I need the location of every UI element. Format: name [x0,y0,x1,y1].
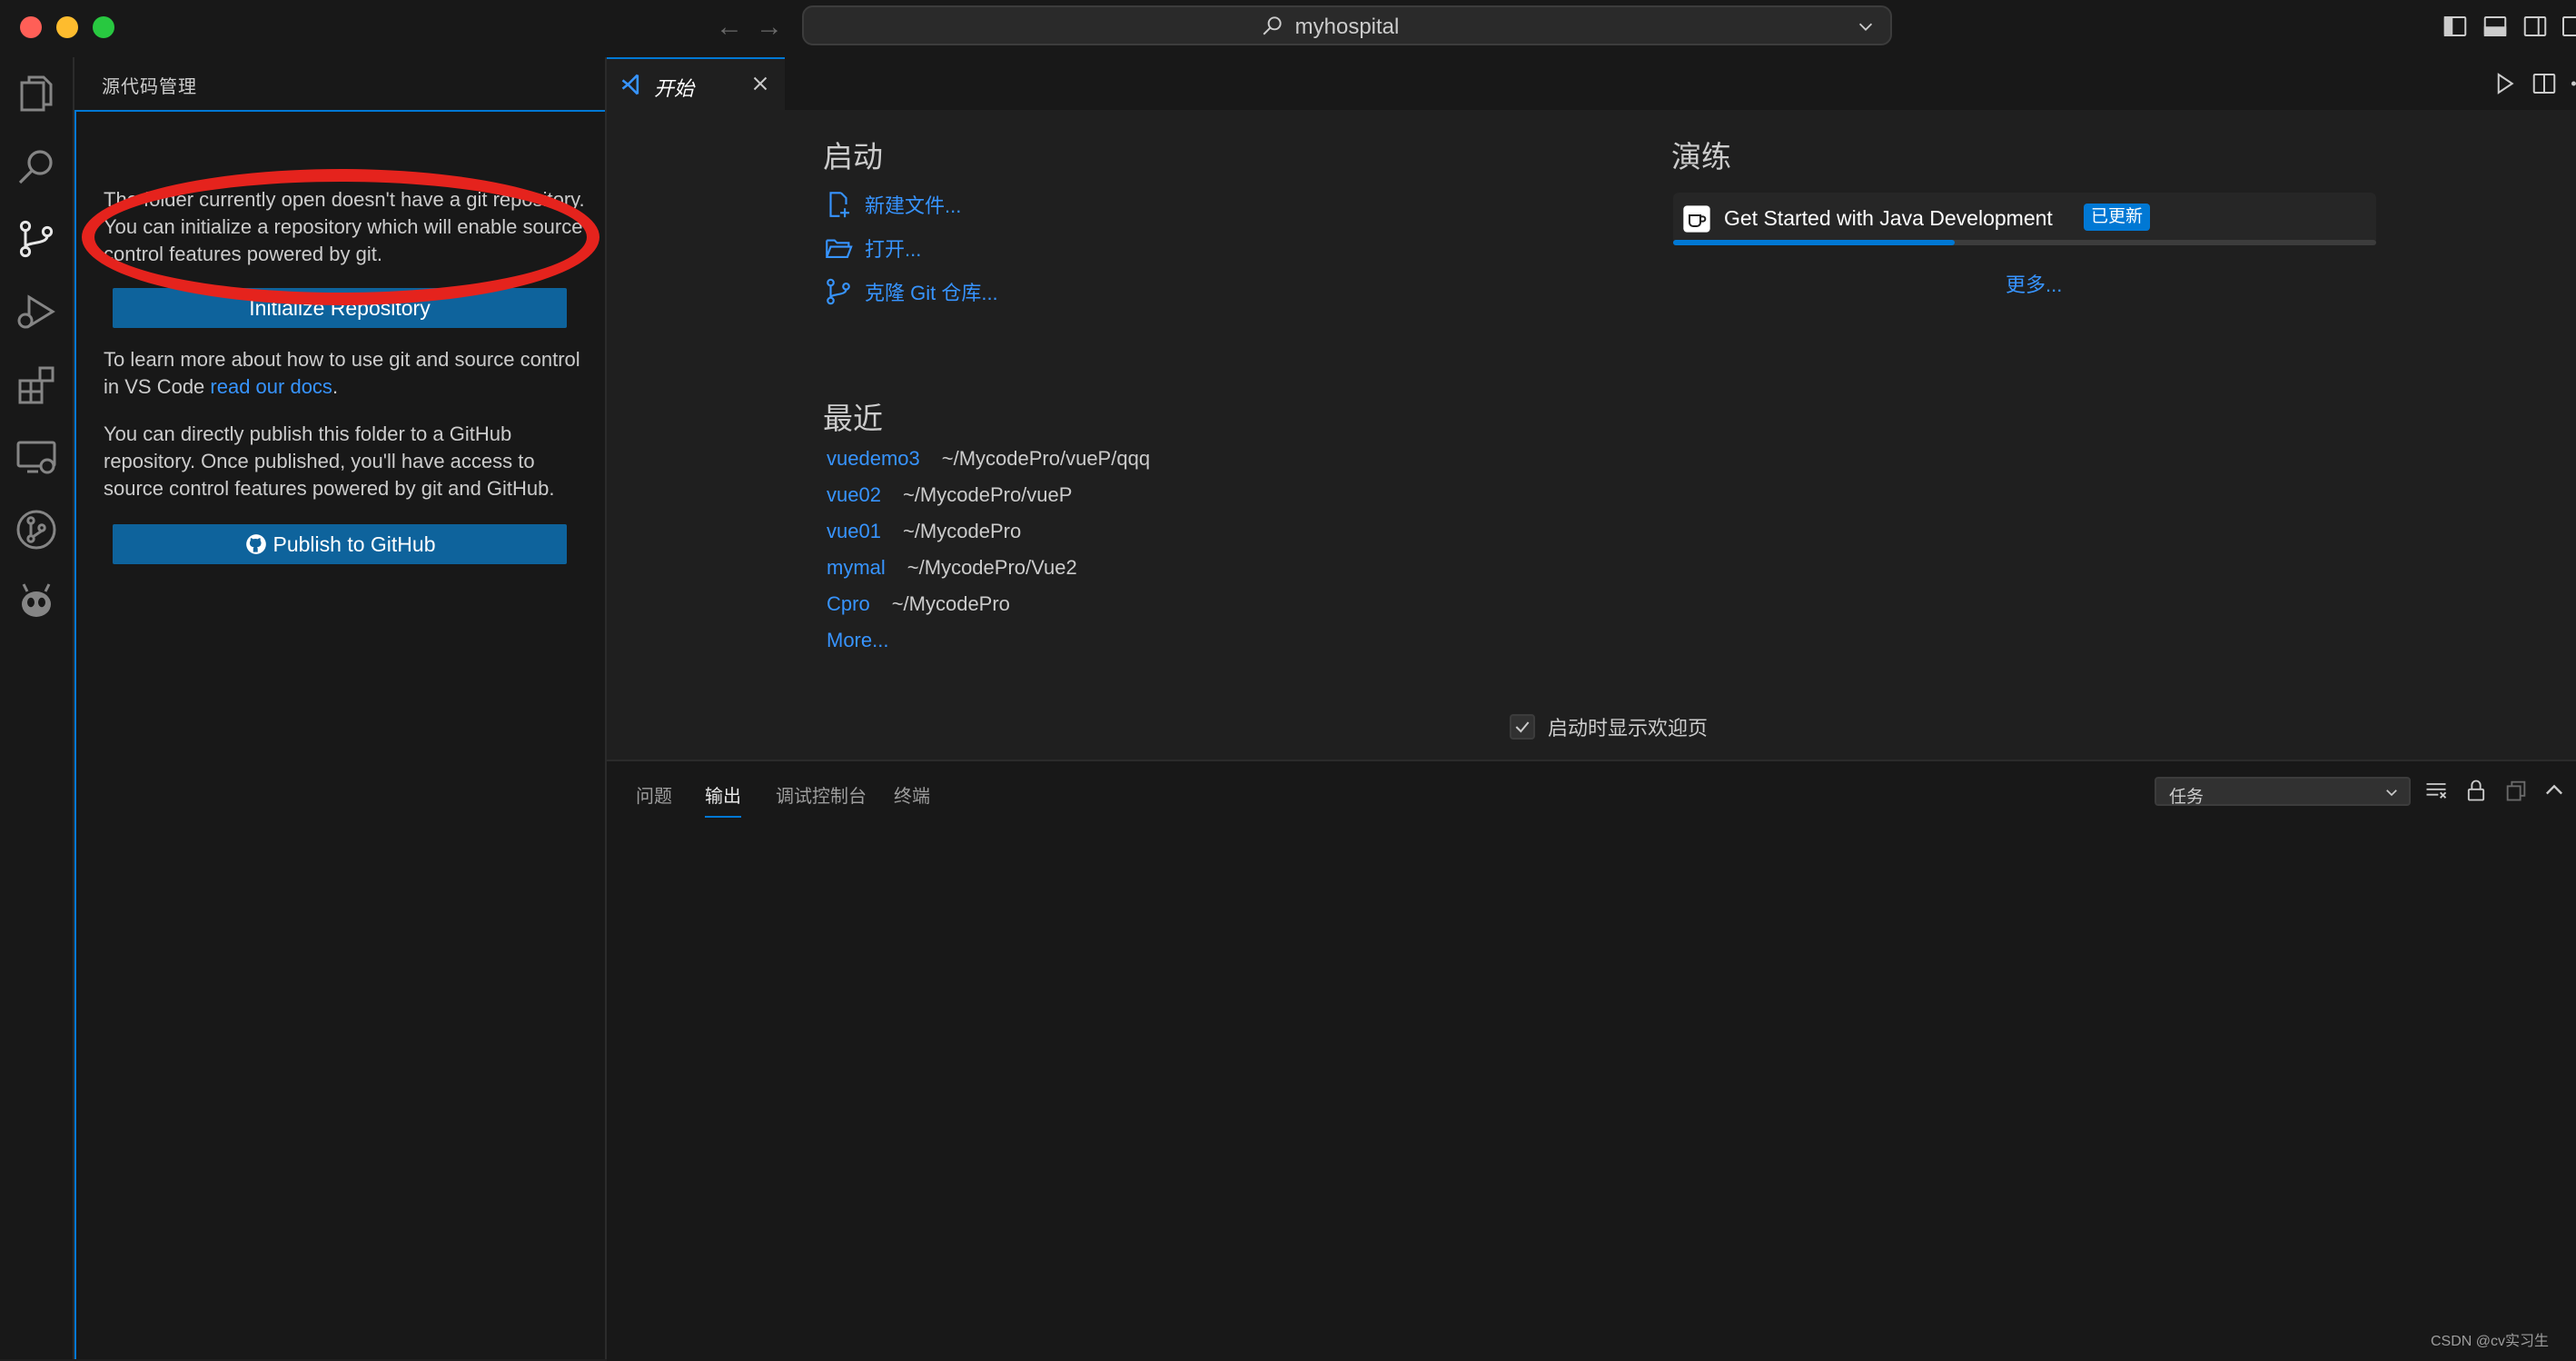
walkthrough-progress-fill [1673,240,1955,245]
vscode-icon [621,74,639,95]
walkthrough-heading: 演练 [1671,140,1731,174]
customize-layout-icon[interactable] [2560,13,2576,40]
clone-git-label: 克隆 Git 仓库... [865,282,998,304]
command-center-search[interactable]: myhospital [802,5,1892,45]
lock-icon[interactable] [2463,778,2489,803]
more-actions-icon[interactable] [2567,70,2576,97]
show-welcome-on-startup: 启动时显示欢迎页 [1510,712,1708,741]
forward-arrow-icon[interactable]: → [756,11,783,44]
recent-item-path: ~/MycodePro/Vue2 [907,556,1077,579]
recent-heading: 最近 [823,402,883,435]
chevron-up-icon[interactable] [2541,778,2567,803]
publish-message: You can directly publish this folder to … [104,422,555,500]
split-editor-icon[interactable] [2531,70,2558,97]
new-file-label: 新建文件... [865,194,962,217]
open-label: 打开... [865,238,922,261]
updated-badge: 已更新 [2084,204,2151,231]
show-welcome-checkbox[interactable] [1510,714,1535,740]
recent-item-path: ~/MycodePro [891,592,1010,615]
clone-git-link[interactable]: 克隆 Git 仓库... [823,276,998,307]
explorer-icon[interactable] [15,72,58,115]
show-welcome-label: 启动时显示欢迎页 [1548,717,1709,740]
walkthrough-progress-bar [1673,240,2376,245]
walkthrough-card-java[interactable]: Get Started with Java Development 已更新 [1673,193,2376,245]
copy-icon[interactable] [2503,778,2529,803]
recent-item-path: ~/MycodePro/vueP/qqq [941,447,1151,470]
sidebar-title: 源代码管理 [102,77,197,97]
bottom-panel: 问题 输出 调试控制台 终端 任务 [607,760,2576,1361]
toggle-panel-icon[interactable] [2482,13,2509,40]
toggle-primary-sidebar-icon[interactable] [2442,13,2469,40]
remote-explorer-icon[interactable] [15,435,58,479]
recent-item-name[interactable]: vue01 [827,520,881,543]
recent-item-name[interactable]: mymal [827,556,886,580]
walkthrough-title: Get Started with Java Development [1724,206,2053,230]
title-bar: ← → myhospital [0,0,2576,59]
tab-problems[interactable]: 问题 [636,781,672,808]
more-walkthroughs-link[interactable]: 更多... [2006,269,2062,298]
run-debug-icon[interactable] [15,290,58,333]
checkmark-icon [1515,721,1530,733]
start-heading: 启动 [823,140,883,174]
red-annotation-oval [82,169,599,305]
java-cup-icon [1683,205,1710,233]
recent-item-path: ~/MycodePro [902,520,1022,542]
github-icon [245,534,266,554]
git-graph-icon[interactable] [15,508,58,551]
minimize-window-button[interactable] [56,16,78,38]
extensions-icon[interactable] [15,363,58,406]
recent-item: vuedemo3 ~/MycodePro/vueP/qqq [827,447,1150,471]
publish-to-github-label: Publish to GitHub [272,531,436,556]
recent-item-path: ~/MycodePro/vueP [902,483,1073,506]
new-file-link[interactable]: 新建文件... [823,189,961,220]
publish-to-github-button[interactable]: Publish to GitHub [113,524,567,564]
activity-bar [0,57,74,1359]
tab-output[interactable]: 输出 [705,781,741,818]
chevron-down-icon [2386,790,2397,797]
recent-item-name[interactable]: vuedemo3 [827,447,920,471]
alien-icon[interactable] [15,581,58,624]
watermark: CSDN @cv实习生 [2430,1334,2549,1349]
chevron-down-icon [1858,23,1873,31]
learn-more-text: To learn more about how to use git and s… [104,348,580,398]
search-icon[interactable] [15,144,58,188]
recent-item: mymal ~/MycodePro/Vue2 [827,556,1077,580]
open-link[interactable]: 打开... [823,233,921,263]
output-channel-value: 任务 [2169,788,2204,807]
learn-more-message: To learn more about how to use git and s… [104,346,585,401]
learn-more-suffix: . [332,375,339,398]
recent-item: vue01 ~/MycodePro [827,520,1021,543]
output-channel-select[interactable]: 任务 [2155,777,2411,807]
back-arrow-icon[interactable]: ← [716,11,743,44]
close-icon[interactable] [748,72,772,95]
recent-item: Cpro ~/MycodePro [827,592,1010,616]
git-branch-icon [827,278,850,305]
clear-output-icon[interactable] [2423,778,2449,803]
maximize-window-button[interactable] [93,16,114,38]
editor-tab-bar: 开始 [607,57,2576,112]
tab-welcome[interactable]: 开始 [607,57,785,110]
source-control-icon[interactable] [15,217,58,261]
read-docs-link[interactable]: read our docs [210,375,332,398]
recent-item: vue02 ~/MycodePro/vueP [827,483,1072,507]
recent-item-name[interactable]: Cpro [827,592,870,616]
new-file-icon [829,192,850,218]
folder-open-icon [826,239,853,258]
more-recent-link[interactable]: More... [827,629,888,652]
close-window-button[interactable] [20,16,42,38]
command-center-text: myhospital [1294,15,1400,39]
toggle-secondary-sidebar-icon[interactable] [2522,13,2549,40]
run-icon[interactable] [2491,70,2518,97]
vscode-window: ← → myhospital 源代码管理 The folder currentl… [0,0,2576,1361]
tab-label: 开始 [654,77,695,100]
tab-terminal[interactable]: 终端 [894,781,930,808]
tab-debug-console[interactable]: 调试控制台 [776,781,867,808]
recent-item-name[interactable]: vue02 [827,483,881,507]
